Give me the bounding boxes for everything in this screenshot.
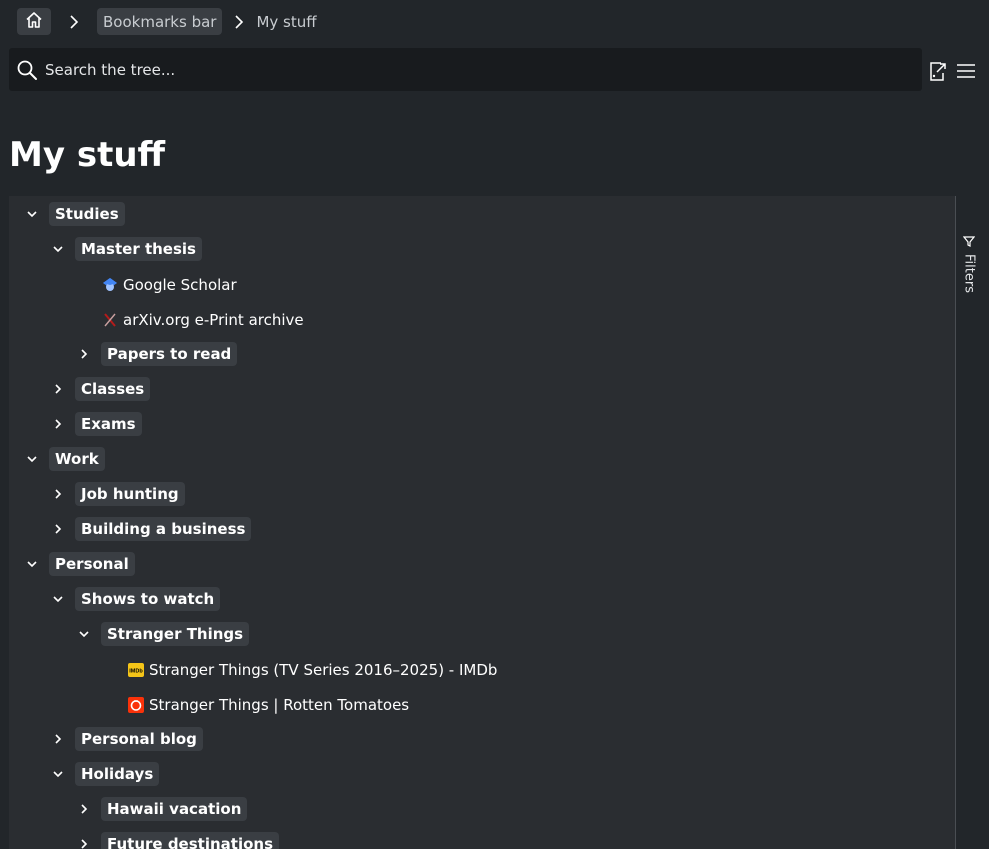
tree-link-google-scholar[interactable]: Google Scholar xyxy=(102,267,237,302)
tree-folder-exams: Exams xyxy=(49,406,142,441)
breadcrumb: Bookmarks bar My stuff xyxy=(17,8,317,35)
tree-folder-master-thesis: Master thesis xyxy=(49,231,202,266)
chevron-right-icon[interactable] xyxy=(75,800,93,818)
chevron-right-icon[interactable] xyxy=(49,485,67,503)
filter-icon xyxy=(962,232,976,251)
folder-label[interactable]: Job hunting xyxy=(75,481,185,506)
tree-folder-hawaii-vacation: Hawaii vacation xyxy=(75,791,248,826)
breadcrumb-current: My stuff xyxy=(256,12,317,31)
chevron-right-icon xyxy=(222,8,256,35)
folder-label[interactable]: Stranger Things xyxy=(101,621,250,646)
bookmark-tree: Studies Master thesis Google Scholar arX… xyxy=(9,196,955,849)
chevron-right-icon[interactable] xyxy=(49,730,67,748)
tree-folder-work: Work xyxy=(23,441,105,476)
chevron-right-icon xyxy=(51,8,97,35)
chevron-down-icon[interactable] xyxy=(23,450,41,468)
imdb-icon: IMDb xyxy=(128,662,144,678)
folder-label[interactable]: Studies xyxy=(49,201,125,226)
tree-link-stranger-things-rotten-tomatoes[interactable]: Stranger Things | Rotten Tomatoes xyxy=(128,687,409,722)
chevron-down-icon[interactable] xyxy=(49,590,67,608)
filters-sidebar: Filters xyxy=(955,196,980,849)
chevron-right-icon[interactable] xyxy=(75,345,93,363)
tree-folder-holidays: Holidays xyxy=(49,756,160,791)
folder-label[interactable]: Work xyxy=(49,446,105,471)
breadcrumb-bookmarks-bar[interactable]: Bookmarks bar xyxy=(97,8,223,35)
search-icon xyxy=(13,56,41,84)
folder-label[interactable]: Hawaii vacation xyxy=(101,796,248,821)
export-icon[interactable] xyxy=(927,60,949,82)
tree-link-stranger-things-imdb[interactable]: IMDb Stranger Things (TV Series 2016–202… xyxy=(128,652,497,687)
chevron-right-icon[interactable] xyxy=(49,520,67,538)
tree-folder-stranger-things: Stranger Things xyxy=(75,616,250,651)
filters-button[interactable]: Filters xyxy=(959,232,979,293)
folder-label[interactable]: Building a business xyxy=(75,516,252,541)
chevron-right-icon[interactable] xyxy=(49,415,67,433)
tree-folder-building-a-business: Building a business xyxy=(49,511,252,546)
folder-label[interactable]: Classes xyxy=(75,376,151,401)
folder-label[interactable]: Personal blog xyxy=(75,726,203,751)
folder-label[interactable]: Master thesis xyxy=(75,236,202,261)
tree-folder-shows-to-watch: Shows to watch xyxy=(49,581,221,616)
google-scholar-icon xyxy=(102,277,118,293)
chevron-down-icon[interactable] xyxy=(23,205,41,223)
home-icon xyxy=(24,10,44,34)
tree-folder-personal-blog: Personal blog xyxy=(49,721,203,756)
page-title: My stuff xyxy=(9,135,166,175)
chevron-right-icon[interactable] xyxy=(75,835,93,849)
chevron-right-icon[interactable] xyxy=(49,380,67,398)
tree-folder-personal: Personal xyxy=(23,546,135,581)
link-label: arXiv.org e-Print archive xyxy=(123,310,304,329)
chevron-down-icon[interactable] xyxy=(75,625,93,643)
folder-label[interactable]: Personal xyxy=(49,551,135,576)
search-bar xyxy=(9,48,922,91)
folder-label[interactable]: Papers to read xyxy=(101,341,238,366)
chevron-down-icon[interactable] xyxy=(23,555,41,573)
menu-icon[interactable] xyxy=(955,60,977,82)
chevron-down-icon[interactable] xyxy=(49,240,67,258)
folder-label[interactable]: Future destinations xyxy=(101,831,279,849)
home-button[interactable] xyxy=(17,8,51,35)
imdb-logo-text: IMDb xyxy=(129,668,143,674)
link-label: Stranger Things | Rotten Tomatoes xyxy=(149,695,410,714)
arxiv-icon xyxy=(102,312,118,328)
tree-folder-future-destinations: Future destinations xyxy=(75,826,279,849)
search-input[interactable] xyxy=(43,59,903,80)
tree-folder-studies: Studies xyxy=(23,196,125,231)
folder-label[interactable]: Exams xyxy=(75,411,142,436)
tree-link-arxiv[interactable]: arXiv.org e-Print archive xyxy=(102,302,304,337)
folder-label[interactable]: Holidays xyxy=(75,761,160,786)
tree-folder-job-hunting: Job hunting xyxy=(49,476,185,511)
folder-label[interactable]: Shows to watch xyxy=(75,586,221,611)
link-label: Google Scholar xyxy=(123,275,237,294)
filters-label: Filters xyxy=(961,254,977,293)
tree-folder-classes: Classes xyxy=(49,371,151,406)
chevron-down-icon[interactable] xyxy=(49,765,67,783)
tree-folder-papers-to-read: Papers to read xyxy=(75,336,238,371)
rotten-tomatoes-icon xyxy=(128,696,144,713)
link-label: Stranger Things (TV Series 2016–2025) - … xyxy=(149,660,498,679)
